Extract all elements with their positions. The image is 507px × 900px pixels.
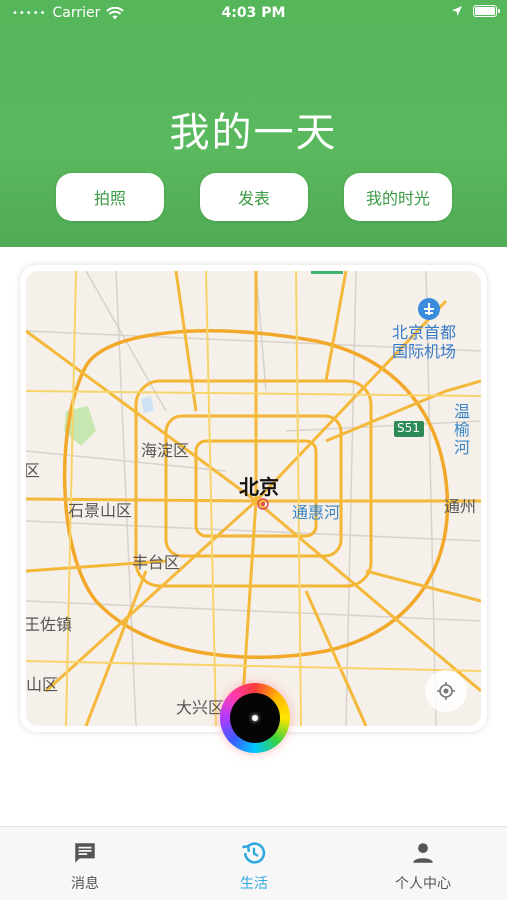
locate-icon [437,682,455,700]
map-label-tongzhou: 通州 [444,497,477,516]
map-card: 北京首都 国际机场 海淀区 北京 通惠河 石景山区 丰台区 温榆河 通州 S51… [20,265,487,732]
person-icon [413,843,433,863]
battery-icon [473,5,500,17]
status-bar: ••••• Carrier 4:03 PM [0,0,507,26]
status-time: 4:03 PM [221,5,286,21]
map-label-tonghuihe: 通惠河 [292,503,341,522]
status-right [451,5,500,17]
tab-bar: 消息 生活 个人中心 [0,826,507,900]
tab-life[interactable]: 生活 [204,839,304,893]
orb-dot [252,715,258,721]
message-icon [75,843,95,863]
header: ••••• Carrier 4:03 PM 我的一天 拍照 发表 我的时光 [0,0,507,247]
tab-profile[interactable]: 个人中心 [373,839,473,893]
history-icon [242,842,266,864]
map-label-wenyuhe: 温榆河 [454,402,471,457]
tab-profile-label: 个人中心 [395,876,451,892]
my-time-button[interactable]: 我的时光 [344,173,452,221]
map-label-daxing: 大兴区 [176,698,225,717]
page-title: 我的一天 [169,110,338,156]
map-label-wangzuo: 王佐镇 [26,615,73,634]
take-photo-button[interactable]: 拍照 [56,173,164,221]
map-label-s51: S51 [397,421,420,435]
map-label-beijing: 北京 [239,475,279,499]
map-label-haidian: 海淀区 [141,441,190,460]
map-label-fengtai: 丰台区 [132,553,181,572]
map-label-left-qu: 区 [26,461,41,480]
map-label-shanqu: 山区 [26,675,59,694]
locate-button[interactable] [425,670,467,712]
map-label-airport: 北京首都 国际机场 [392,323,457,361]
tab-messages[interactable]: 消息 [35,839,135,893]
record-orb-button[interactable] [220,683,290,753]
tab-life-label: 生活 [240,876,268,892]
map-label-shijingshan: 石景山区 [68,501,133,520]
publish-button[interactable]: 发表 [200,173,308,221]
orb-core [230,693,280,743]
tab-messages-label: 消息 [71,876,99,892]
map-view[interactable]: 北京首都 国际机场 海淀区 北京 通惠河 石景山区 丰台区 温榆河 通州 S51… [26,271,481,726]
location-arrow-icon [452,6,462,16]
